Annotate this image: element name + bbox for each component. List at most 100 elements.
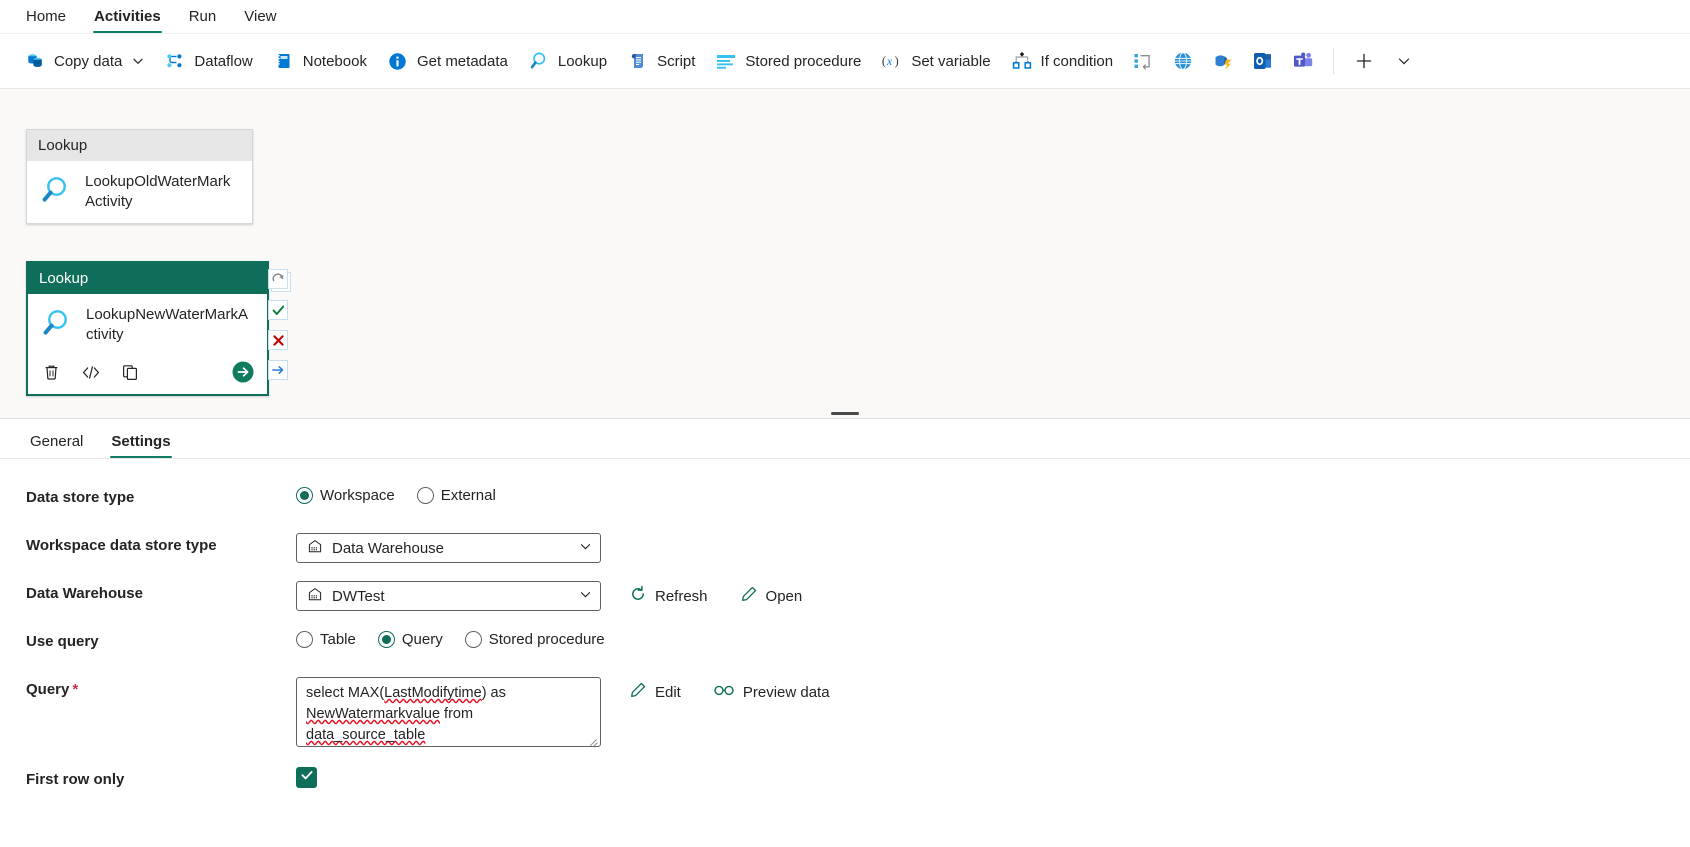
add-activity-chevron[interactable]: [1384, 42, 1424, 80]
open-button[interactable]: Open: [736, 581, 807, 611]
data-store-type-radio-group: Workspace External: [296, 485, 518, 504]
ribbon-tab-view[interactable]: View: [230, 8, 290, 33]
command-label: Notebook: [302, 52, 367, 70]
if-condition-icon: [1011, 50, 1033, 72]
outlook-icon: [1252, 50, 1274, 72]
radio-workspace[interactable]: Workspace: [296, 487, 395, 504]
teams-icon: [1292, 50, 1314, 72]
field-label: Query *: [26, 677, 296, 698]
required-asterisk: *: [72, 681, 79, 698]
add-activity-button[interactable]: [1344, 42, 1384, 80]
panel-resize-row: [0, 409, 1690, 419]
panel-resize-handle[interactable]: [831, 412, 859, 415]
node-activity-name: LookupNewWaterMarkActivity: [86, 306, 249, 343]
first-row-only-checkbox[interactable]: [296, 767, 317, 788]
query-line3: data_source_table: [306, 727, 426, 743]
query-line1-a: select MAX(: [306, 685, 385, 701]
preview-label: Preview data: [742, 683, 830, 701]
radio-dot-icon: [416, 487, 434, 504]
activity-properties-panel: General Settings Data store type Workspa…: [0, 419, 1690, 815]
radio-query[interactable]: Query: [377, 631, 443, 648]
radio-label: External: [440, 487, 496, 504]
ribbon-tab-home[interactable]: Home: [12, 8, 80, 33]
edit-query-button[interactable]: Edit: [625, 677, 685, 707]
on-completion-handle[interactable]: [268, 360, 288, 380]
command-copy-data[interactable]: Copy data: [14, 42, 154, 80]
activity-node-lookup-old-watermark[interactable]: Lookup LookupOldWaterMarkActivity: [26, 129, 253, 224]
glasses-icon: [713, 682, 735, 702]
radio-label: Stored procedure: [488, 631, 605, 648]
command-set-variable[interactable]: ( x ) Set variable: [871, 42, 1000, 80]
pipeline-canvas[interactable]: Lookup LookupOldWaterMarkActivity Lookup: [0, 89, 1690, 409]
web-globe-icon: [1172, 50, 1194, 72]
command-if-condition[interactable]: If condition: [1001, 42, 1124, 80]
activity-node-lookup-new-watermark[interactable]: Lookup LookupNewWaterMarkActivity: [26, 261, 269, 396]
command-divider: [1333, 48, 1335, 74]
query-label: Query: [26, 681, 70, 698]
copy-data-icon: [24, 50, 46, 72]
field-row-use-query: Use query Table Query Stored procedure: [0, 629, 1690, 677]
command-dataflow[interactable]: Dataflow: [154, 42, 262, 80]
svg-text:): ): [895, 54, 899, 68]
svg-text:(: (: [882, 54, 886, 68]
code-icon[interactable]: [81, 363, 101, 382]
command-script[interactable]: Script: [617, 42, 705, 80]
command-get-metadata[interactable]: Get metadata: [377, 42, 518, 80]
radio-table[interactable]: Table: [296, 631, 356, 648]
checkmark-icon: [300, 768, 314, 787]
on-skip-handle[interactable]: [268, 269, 288, 289]
radio-label: Workspace: [320, 487, 395, 504]
on-fail-handle[interactable]: [268, 330, 288, 350]
on-success-handle[interactable]: [268, 300, 288, 320]
preview-data-button[interactable]: Preview data: [709, 677, 834, 707]
radio-stored-procedure[interactable]: Stored procedure: [464, 631, 605, 648]
command-stored-procedure[interactable]: Stored procedure: [705, 42, 871, 80]
arrow-right-circle-icon[interactable]: [231, 360, 255, 384]
stored-procedure-icon: [715, 50, 737, 72]
command-switch[interactable]: [1123, 42, 1163, 80]
command-label: Script: [657, 52, 696, 70]
query-line1-c: ) as: [481, 685, 506, 701]
query-textarea[interactable]: select MAX(LastModifytime) as NewWaterma…: [296, 677, 601, 747]
tab-settings[interactable]: Settings: [97, 433, 184, 458]
workspace-data-store-type-dropdown[interactable]: Data Warehouse: [296, 533, 601, 563]
plus-icon: [1353, 50, 1375, 72]
radio-external[interactable]: External: [416, 487, 496, 504]
power-automate-icon: [1212, 50, 1234, 72]
tab-general[interactable]: General: [16, 433, 97, 458]
command-power-automate[interactable]: [1203, 42, 1243, 80]
dropdown-value: Data Warehouse: [332, 539, 445, 557]
chevron-down-icon[interactable]: [132, 55, 144, 67]
command-teams[interactable]: [1283, 42, 1323, 80]
command-web[interactable]: [1163, 42, 1203, 80]
use-query-radio-group: Table Query Stored procedure: [296, 629, 627, 648]
ribbon-tab-strip: Home Activities Run View: [0, 0, 1690, 33]
field-label: Workspace data store type: [26, 537, 217, 554]
pencil-icon: [740, 585, 758, 607]
refresh-button[interactable]: Refresh: [625, 581, 712, 611]
textarea-resize-handle[interactable]: [588, 735, 598, 745]
field-label: First row only: [26, 771, 125, 788]
ribbon-tab-activities[interactable]: Activities: [80, 8, 175, 33]
radio-label: Table: [320, 631, 356, 648]
switch-icon: [1132, 50, 1154, 72]
copy-icon[interactable]: [121, 363, 140, 382]
info-icon: [387, 50, 409, 72]
ribbon-tab-run[interactable]: Run: [175, 8, 231, 33]
field-label: Data Warehouse: [26, 585, 143, 602]
warehouse-icon: [307, 586, 323, 606]
trash-icon[interactable]: [42, 363, 61, 382]
command-label: Copy data: [54, 52, 123, 70]
command-label: Get metadata: [416, 52, 508, 70]
command-notebook[interactable]: Notebook: [263, 42, 377, 80]
command-outlook[interactable]: [1243, 42, 1283, 80]
magnifier-icon: [528, 50, 550, 72]
panel-tab-strip: General Settings: [0, 419, 1690, 459]
command-lookup[interactable]: Lookup: [518, 42, 617, 80]
data-warehouse-dropdown[interactable]: DWTest: [296, 581, 601, 611]
field-row-data-store-type: Data store type Workspace External: [0, 485, 1690, 533]
dataflow-icon: [164, 50, 186, 72]
node-activity-name: LookupOldWaterMarkActivity: [85, 173, 231, 210]
command-label: Lookup: [557, 52, 608, 70]
script-icon: [627, 50, 649, 72]
